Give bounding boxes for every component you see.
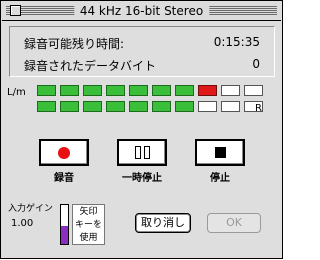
pause-icon [134, 146, 150, 159]
left-meter-segment [106, 85, 125, 96]
left-meter-segment [244, 85, 263, 96]
right-meter-segment [221, 101, 240, 112]
record-dot-icon [58, 146, 70, 159]
arrow-key-hint: 矢印 キーを 使用 [72, 204, 105, 245]
record-button[interactable] [39, 139, 89, 166]
hint-line-3: 使用 [79, 233, 98, 243]
remaining-time-value: 0:15:35 [213, 35, 260, 49]
recording-info-panel: 録音可能残り時間: 0:15:35 録音されたデータバイト 0 [9, 26, 275, 77]
remaining-time-row: 録音可能残り時間: 0:15:35 [24, 35, 260, 52]
stop-square-icon [214, 147, 226, 158]
hint-line-2: キーを [74, 220, 102, 230]
left-meter-segment [198, 85, 217, 96]
hint-line-1: 矢印 [79, 207, 98, 217]
right-meter-label: R [255, 103, 262, 114]
stop-label: 停止 [210, 173, 230, 184]
input-gain-label: 入力ゲイン [8, 204, 53, 214]
left-level-meter [37, 85, 263, 96]
left-meter-segment [129, 85, 148, 96]
left-meter-segment [37, 85, 56, 96]
recorded-bytes-label: 録音されたデータバイト [24, 59, 157, 73]
recorded-bytes-row: 録音されたデータバイト 0 [24, 57, 260, 74]
remaining-time-label: 録音可能残り時間: [24, 37, 125, 51]
input-gain-value: 1.00 [11, 218, 34, 229]
left-meter-segment [175, 85, 194, 96]
right-meter-segment [175, 101, 194, 112]
right-meter-segment [83, 101, 102, 112]
input-gain-slider[interactable] [60, 204, 69, 245]
right-meter-segment [198, 101, 217, 112]
pause-button[interactable] [117, 139, 167, 166]
right-meter-segment [152, 101, 171, 112]
left-meter-label: L/m [7, 87, 26, 98]
ok-button[interactable]: OK [207, 213, 261, 233]
pause-label: 一時停止 [122, 173, 162, 184]
cancel-button[interactable]: 取り消し [135, 213, 191, 233]
sound-recording-window: 44 kHz 16-bit Stereo 録音可能残り時間: 0:15:35 録… [0, 0, 283, 259]
right-meter-segment [129, 101, 148, 112]
record-label: 録音 [54, 173, 74, 184]
right-meter-segment [106, 101, 125, 112]
stop-button[interactable] [195, 139, 245, 166]
close-box-icon[interactable] [10, 5, 21, 16]
title-bar[interactable]: 44 kHz 16-bit Stereo [2, 2, 281, 21]
left-meter-segment [83, 85, 102, 96]
recorded-bytes-value: 0 [252, 57, 260, 71]
right-level-meter [37, 101, 263, 112]
left-meter-segment [221, 85, 240, 96]
input-gain-fill [61, 226, 68, 244]
window-title: 44 kHz 16-bit Stereo [73, 2, 210, 20]
left-meter-segment [152, 85, 171, 96]
right-meter-segment [60, 101, 79, 112]
right-meter-segment [37, 101, 56, 112]
left-meter-segment [60, 85, 79, 96]
